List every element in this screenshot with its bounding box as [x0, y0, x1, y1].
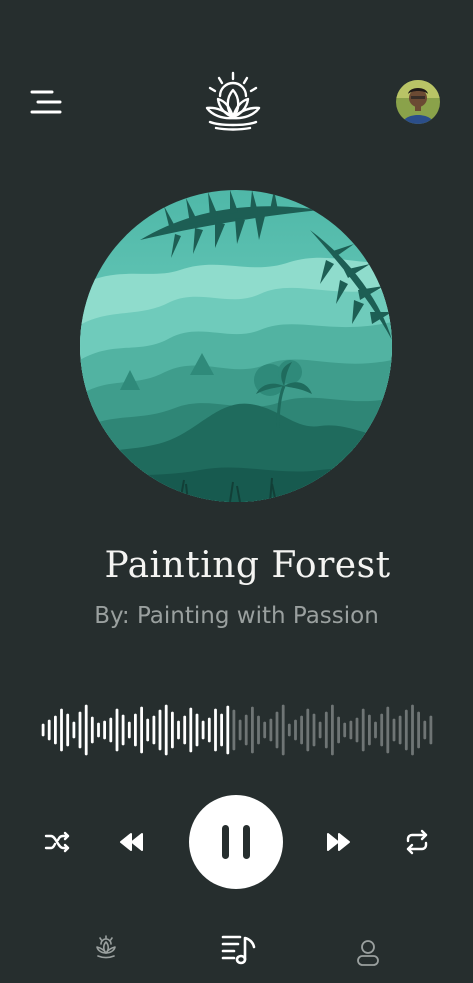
lotus-sun-logo	[200, 70, 266, 136]
music-player-screen: Painting Forest By: Painting with Passio…	[0, 0, 473, 983]
repeat-button[interactable]	[402, 828, 432, 856]
pause-icon	[222, 825, 250, 859]
next-button[interactable]	[324, 830, 352, 854]
waveform-progress[interactable]	[40, 700, 434, 760]
nav-item-playlist[interactable]	[220, 932, 258, 970]
nav-item-home[interactable]	[93, 934, 119, 964]
rewind-icon	[120, 833, 143, 851]
shuffle-icon	[44, 831, 70, 853]
previous-button[interactable]	[118, 830, 146, 854]
shuffle-button[interactable]	[42, 828, 74, 856]
track-artist: By: Painting with Passion	[0, 603, 473, 629]
track-title: Painting Forest	[0, 545, 473, 586]
track-title-text: Painting Forest	[104, 545, 391, 586]
profile-icon	[357, 940, 379, 966]
album-artwork	[80, 190, 392, 502]
nav-item-profile[interactable]	[355, 938, 381, 972]
lotus-icon	[96, 935, 116, 959]
bottom-navigation	[0, 920, 473, 983]
repeat-icon	[406, 829, 428, 855]
user-avatar[interactable]	[396, 80, 440, 124]
fast-forward-icon	[327, 833, 350, 851]
track-artist-text: By: Painting with Passion	[94, 603, 379, 629]
pause-button[interactable]	[189, 795, 283, 889]
menu-button[interactable]	[28, 86, 64, 118]
hamburger-menu-icon	[30, 90, 62, 114]
playlist-music-icon	[221, 935, 256, 965]
